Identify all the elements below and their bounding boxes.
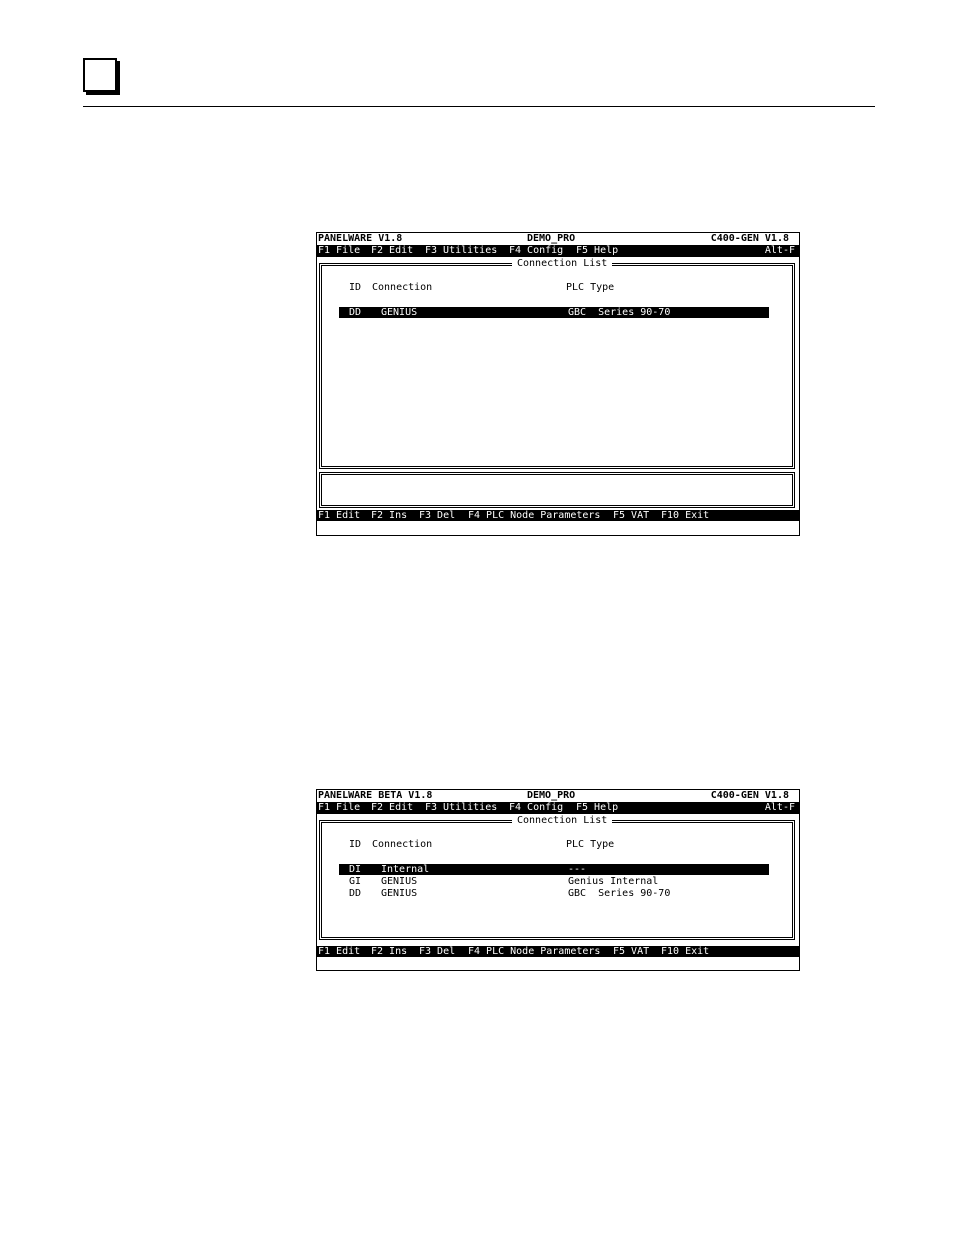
fkey-edit[interactable]: F1 Edit <box>318 510 360 522</box>
row-connection: GENIUS <box>381 876 418 887</box>
column-header-plc-type: PLC Type <box>566 282 615 293</box>
app-title: PANELWARE BETA V1.8 <box>318 790 433 801</box>
panelware-screen-2: PANELWARE BETA V1.8 DEMO_PRO C400-GEN V1… <box>316 789 800 971</box>
project-name: DEMO_PRO <box>527 233 576 244</box>
row-connection: GENIUS <box>381 888 418 899</box>
column-header-plc-type: PLC Type <box>566 839 615 850</box>
fkey-plc-node-parameters[interactable]: F4 PLC Node Parameters <box>468 510 600 522</box>
fkey-delete[interactable]: F3 Del <box>419 510 455 522</box>
column-header-id: ID <box>349 282 362 293</box>
fkey-edit[interactable]: F1 Edit <box>318 946 360 958</box>
menu-item-file[interactable]: F1 File <box>318 245 360 257</box>
menu-item-edit[interactable]: F2 Edit <box>371 802 413 814</box>
menu-item-help[interactable]: F5 Help <box>576 802 618 814</box>
panel-title: Connection List <box>512 258 613 270</box>
column-header-id: ID <box>349 839 362 850</box>
row-id: DD <box>349 888 362 899</box>
connection-row[interactable]: DD GENIUS GBC Series 90-70 <box>339 888 769 899</box>
row-id: DI <box>349 864 362 875</box>
fkey-exit[interactable]: F10 Exit <box>661 510 709 522</box>
connection-row[interactable]: DI Internal --- <box>339 864 769 875</box>
row-connection: GENIUS <box>381 307 418 318</box>
menu-item-config[interactable]: F4 Config <box>509 802 563 814</box>
connection-list-panel: Connection List ID Connection PLC Type D… <box>319 258 795 469</box>
version-label: C400-GEN V1.8 <box>710 790 789 801</box>
column-header-connection: Connection <box>372 839 433 850</box>
row-connection: Internal <box>381 864 430 875</box>
header-rule <box>83 106 875 107</box>
title-bar: PANELWARE V1.8 DEMO_PRO C400-GEN V1.8 <box>317 233 799 245</box>
function-key-bar: F1 Edit F2 Ins F3 Del F4 PLC Node Parame… <box>317 946 799 957</box>
fkey-vat[interactable]: F5 VAT <box>613 510 649 522</box>
fkey-insert[interactable]: F2 Ins <box>371 946 407 958</box>
title-bar: PANELWARE BETA V1.8 DEMO_PRO C400-GEN V1… <box>317 790 799 802</box>
menu-hint: Alt-F <box>764 245 795 256</box>
chapter-marker-box <box>83 58 117 92</box>
row-id: DD <box>349 307 362 318</box>
fkey-insert[interactable]: F2 Ins <box>371 510 407 522</box>
menu-item-edit[interactable]: F2 Edit <box>371 245 413 257</box>
fkey-delete[interactable]: F3 Del <box>419 946 455 958</box>
menu-hint: Alt-F <box>764 802 795 813</box>
panel-title: Connection List <box>512 815 613 827</box>
connection-list-panel: Connection List ID Connection PLC Type D… <box>319 815 795 940</box>
menu-item-help[interactable]: F5 Help <box>576 245 618 257</box>
row-plc-type: Genius Internal <box>568 876 659 887</box>
version-label: C400-GEN V1.8 <box>710 233 789 244</box>
row-plc-type: GBC Series 90-70 <box>568 307 671 318</box>
menu-item-utilities[interactable]: F3 Utilities <box>425 802 497 814</box>
menu-bar: F1 File F2 Edit F3 Utilities F4 Config F… <box>317 802 799 814</box>
panelware-screen-1: PANELWARE V1.8 DEMO_PRO C400-GEN V1.8 F1… <box>316 232 800 536</box>
fkey-vat[interactable]: F5 VAT <box>613 946 649 958</box>
row-plc-type: GBC Series 90-70 <box>568 888 671 899</box>
fkey-exit[interactable]: F10 Exit <box>661 946 709 958</box>
fkey-plc-node-parameters[interactable]: F4 PLC Node Parameters <box>468 946 600 958</box>
menu-item-config[interactable]: F4 Config <box>509 245 563 257</box>
project-name: DEMO_PRO <box>527 790 576 801</box>
connection-row[interactable]: DD GENIUS GBC Series 90-70 <box>339 307 769 318</box>
menu-bar: F1 File F2 Edit F3 Utilities F4 Config F… <box>317 245 799 257</box>
menu-item-utilities[interactable]: F3 Utilities <box>425 245 497 257</box>
column-header-connection: Connection <box>372 282 433 293</box>
row-id: GI <box>349 876 362 887</box>
connection-row[interactable]: GI GENIUS Genius Internal <box>339 876 769 887</box>
app-title: PANELWARE V1.8 <box>318 233 403 244</box>
message-panel <box>319 472 795 508</box>
row-plc-type: --- <box>568 864 587 875</box>
menu-item-file[interactable]: F1 File <box>318 802 360 814</box>
function-key-bar: F1 Edit F2 Ins F3 Del F4 PLC Node Parame… <box>317 510 799 521</box>
